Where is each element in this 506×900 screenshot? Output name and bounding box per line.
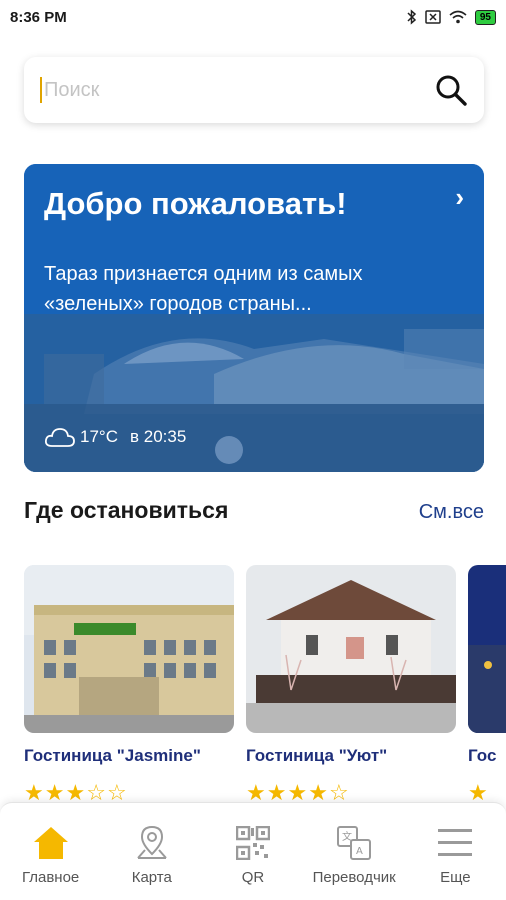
nav-item-translator[interactable]: 文A Переводчик — [304, 823, 404, 886]
welcome-title: Добро пожаловать! — [44, 186, 347, 221]
nav-item-qr[interactable]: QR — [203, 823, 303, 886]
temperature: 17°C — [80, 427, 118, 446]
section-title: Где остановиться — [24, 497, 229, 523]
battery-icon: 95 — [474, 9, 496, 25]
svg-text:A: A — [356, 846, 363, 857]
nav-item-map[interactable]: Карта — [102, 823, 202, 886]
search-bar[interactable] — [24, 57, 484, 123]
bluetooth-icon — [407, 9, 416, 25]
search-input[interactable] — [44, 78, 434, 102]
nav-label: Главное — [21, 869, 80, 886]
stays-section-header: Где остановиться См.все — [24, 497, 484, 524]
hotel-image — [468, 565, 506, 733]
hotel-card[interactable]: Гостиница "Уют" ★★★★☆ — [246, 565, 456, 805]
hotel-carousel[interactable]: Гостиница "Jasmine" ★★★☆☆ Гостиница "Уют… — [24, 565, 506, 805]
nav-label: QR — [241, 869, 265, 886]
svg-text:文: 文 — [342, 830, 352, 843]
see-all-link[interactable]: См.все — [419, 501, 484, 524]
hotel-card[interactable]: Гостиница "Jasmine" ★★★☆☆ — [24, 565, 234, 805]
status-icons: 95 — [407, 9, 496, 25]
nav-label: Переводчик — [312, 869, 396, 886]
cloud-icon — [44, 428, 75, 447]
welcome-banner[interactable]: Добро пожаловать! › Тараз признается одн… — [24, 164, 484, 472]
hotel-name: Гос — [468, 746, 497, 765]
bottom-navigation: Главное Карта QR 文A Переводчик Еще — [0, 802, 506, 900]
hotel-image — [246, 565, 456, 733]
menu-icon — [435, 823, 475, 863]
wifi-icon — [449, 10, 467, 24]
status-time: 8:36 PM — [10, 8, 67, 26]
text-cursor — [40, 77, 42, 103]
hotel-name: Гостиница "Jasmine" — [24, 746, 201, 765]
chevron-right-icon[interactable]: › — [455, 182, 464, 213]
home-icon — [31, 823, 71, 863]
weather-info: 17°C в 20:35 — [44, 426, 186, 448]
status-bar: 8:36 PM 95 — [0, 0, 506, 34]
search-icon[interactable] — [434, 73, 468, 107]
nav-item-home[interactable]: Главное — [1, 823, 101, 886]
nav-label: Еще — [440, 869, 471, 886]
welcome-description: Тараз признается одним из самых «зеленых… — [44, 263, 363, 315]
translate-icon: 文A — [334, 823, 374, 863]
weather-time: в 20:35 — [129, 427, 187, 446]
hotel-name: Гостиница "Уют" — [246, 746, 388, 765]
qr-code-icon — [233, 823, 273, 863]
nav-label: Карта — [131, 869, 172, 886]
hotel-card[interactable]: Гос ★ — [468, 565, 506, 805]
hotel-image — [24, 565, 234, 733]
nav-item-more[interactable]: Еще — [405, 823, 505, 886]
sim-icon — [425, 10, 441, 24]
map-pin-icon — [132, 823, 172, 863]
